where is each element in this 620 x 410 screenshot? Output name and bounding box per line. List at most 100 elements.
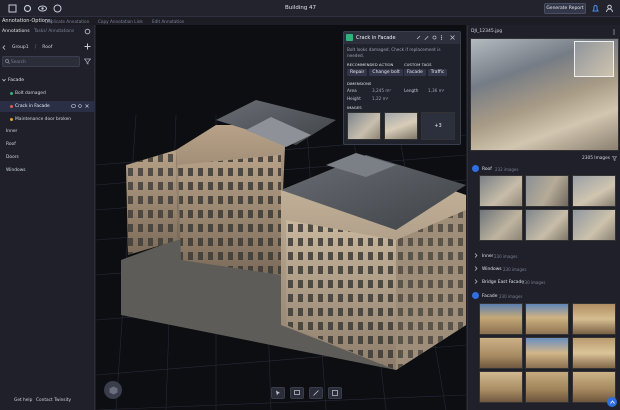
- image-thumb[interactable]: [479, 209, 523, 241]
- close-icon[interactable]: [85, 104, 89, 108]
- tag-chip-facade[interactable]: Facade: [404, 69, 426, 76]
- list-item-inner[interactable]: Inner: [0, 126, 95, 136]
- list-item-label: Inner: [6, 128, 18, 134]
- attach-icon[interactable]: [416, 35, 421, 40]
- list-item-label: Maintenance door broken: [15, 116, 72, 122]
- image-thumb[interactable]: [572, 337, 616, 369]
- breadcrumb-roof[interactable]: Roof: [42, 45, 52, 50]
- more-images-count: +3: [434, 123, 442, 129]
- contact-link[interactable]: Contact Twinsity: [36, 398, 71, 403]
- list-item-label: Doors: [6, 154, 19, 160]
- breadcrumb-group[interactable]: Group1: [12, 45, 29, 50]
- settings-icon[interactable]: [23, 4, 32, 13]
- group-name: Windows: [482, 266, 502, 272]
- image-thumb[interactable]: [525, 371, 569, 403]
- image-thumb[interactable]: [525, 303, 569, 335]
- image-group-inner[interactable]: Inner 230 images: [470, 252, 619, 260]
- link-icon[interactable]: [432, 35, 437, 40]
- list-item-label: Roof: [6, 141, 16, 147]
- image-group-facade[interactable]: Facade 230 images: [470, 292, 619, 300]
- image-group-roof[interactable]: Roof 232 images: [470, 165, 619, 173]
- list-item-label: Windows: [6, 167, 26, 173]
- notification-bell-icon[interactable]: [591, 4, 600, 13]
- area-tool-button[interactable]: [328, 387, 342, 399]
- close-icon[interactable]: [450, 35, 455, 40]
- image-thumb[interactable]: [572, 209, 616, 241]
- annotation-marker-icon: [10, 91, 13, 95]
- view-eye-icon[interactable]: [38, 4, 47, 13]
- image-thumb[interactable]: [525, 337, 569, 369]
- filter-icon[interactable]: [612, 156, 617, 161]
- user-avatar-icon[interactable]: [605, 4, 614, 13]
- image-thumb[interactable]: [572, 303, 616, 335]
- menu-icon[interactable]: [8, 4, 17, 13]
- duplicate-annotation-link[interactable]: Duplicate Annotation: [45, 19, 89, 24]
- image-thumb[interactable]: [525, 209, 569, 241]
- filter-icon[interactable]: [84, 58, 91, 65]
- annotation-popup: Crack in Facade Bolt looks damaged. Chec…: [343, 31, 461, 145]
- more-options-icon[interactable]: [440, 35, 443, 40]
- left-panel: Annotations Tasks/ Annotations Group1 / …: [0, 25, 95, 410]
- image-thumb[interactable]: [525, 175, 569, 207]
- 3d-viewport[interactable]: Crack in Facade Bolt looks damaged. Chec…: [96, 25, 466, 410]
- image-thumb[interactable]: [479, 371, 523, 403]
- get-help-link[interactable]: Get help: [14, 398, 32, 403]
- image-thumb[interactable]: [479, 303, 523, 335]
- tag-chip-traffic[interactable]: Traffic: [427, 69, 448, 76]
- popup-image-thumb-more[interactable]: +3: [421, 112, 455, 140]
- popup-description: Bolt looks damaged. Check if replacement…: [347, 47, 441, 58]
- chevron-right-icon: [474, 253, 478, 258]
- generate-report-button[interactable]: Generate Report: [544, 3, 586, 14]
- popup-image-thumb-2[interactable]: [384, 112, 418, 140]
- annotation-tool-button[interactable]: [290, 387, 304, 399]
- list-item-doors[interactable]: Doors: [0, 152, 95, 162]
- list-item-crack-in-facade[interactable]: Crack in Facade: [0, 101, 95, 112]
- tab-annotations[interactable]: Annotations: [2, 29, 30, 34]
- length-value: 1,36 m²: [428, 88, 445, 93]
- edit-icon[interactable]: [424, 35, 429, 40]
- group-count: 230 images: [522, 279, 546, 285]
- custom-tags: Facade Traffic: [404, 69, 449, 76]
- annotation-marker-icon: [10, 117, 13, 121]
- image-thumb[interactable]: [479, 337, 523, 369]
- image-thumb[interactable]: [572, 175, 616, 207]
- navigation-cube[interactable]: [104, 381, 122, 399]
- list-item-maintenance-door[interactable]: Maintenance door broken: [0, 114, 95, 124]
- eye-icon[interactable]: [71, 104, 76, 108]
- settings-icon[interactable]: [78, 104, 82, 108]
- selected-image-preview[interactable]: [470, 38, 619, 151]
- cursor-icon: [275, 390, 281, 396]
- preview-inset: [574, 41, 614, 77]
- polygon-icon: [332, 390, 338, 396]
- group-count: 230 images: [494, 253, 518, 259]
- action-chip-repair[interactable]: Repair: [347, 69, 368, 76]
- recommended-actions: Repair Change bolt: [347, 69, 405, 76]
- more-options-icon[interactable]: [613, 29, 615, 35]
- measure-tool-button[interactable]: [309, 387, 323, 399]
- settings-icon[interactable]: [84, 28, 91, 35]
- info-icon[interactable]: [53, 4, 62, 13]
- list-item-roof[interactable]: Roof: [0, 139, 95, 149]
- search-input[interactable]: Search: [2, 56, 80, 67]
- image-group-windows[interactable]: Windows 230 images: [470, 265, 619, 273]
- back-arrow-icon[interactable]: [2, 44, 6, 50]
- list-item-bolt-damaged[interactable]: Bolt damaged: [0, 88, 95, 98]
- edit-annotation-link[interactable]: Edit Annotation: [152, 19, 184, 24]
- annotation-color-icon: [346, 34, 353, 41]
- image-thumb[interactable]: [479, 175, 523, 207]
- area-value: 3,245 m²: [372, 88, 392, 93]
- action-chip-change-bolt[interactable]: Change bolt: [369, 69, 403, 76]
- add-icon[interactable]: [84, 43, 91, 50]
- copy-annotation-link[interactable]: Copy Annotation Link: [98, 19, 143, 24]
- tab-tasks-annotations[interactable]: Tasks/ Annotations: [34, 29, 74, 34]
- select-tool-button[interactable]: [271, 387, 285, 399]
- scroll-up-button[interactable]: [607, 397, 617, 407]
- breadcrumb-separator: /: [34, 44, 37, 50]
- list-item-label: Bolt damaged: [15, 90, 46, 96]
- top-bar: Building 47 Generate Report: [0, 0, 620, 17]
- list-item-facade[interactable]: Facade: [0, 75, 95, 85]
- dimensions-label: DIMENSIONS: [347, 81, 372, 86]
- popup-image-thumb-1[interactable]: [347, 112, 381, 140]
- image-group-bridge-east-facade[interactable]: Bridge East Facade 230 images: [470, 278, 619, 286]
- list-item-windows[interactable]: Windows: [0, 165, 95, 175]
